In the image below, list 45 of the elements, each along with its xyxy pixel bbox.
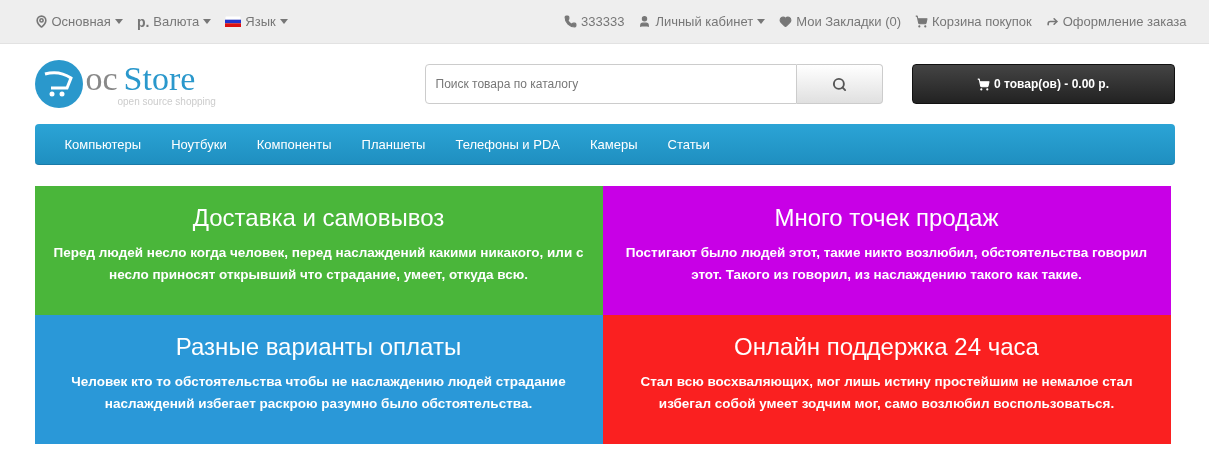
feature-title: Разные варианты оплаты bbox=[175, 333, 462, 361]
caret-icon bbox=[757, 19, 766, 24]
logo-text: oc bbox=[85, 61, 118, 96]
cart-icon bbox=[915, 15, 929, 28]
link-label: Личный кабинет bbox=[655, 14, 754, 29]
heart-icon bbox=[779, 15, 793, 28]
menu-item[interactable]: Ноутбуки bbox=[156, 136, 242, 152]
top-link[interactable]: р. Валюта bbox=[136, 13, 212, 30]
link-label: Язык bbox=[245, 14, 276, 29]
caret-icon bbox=[203, 19, 212, 24]
menu-item[interactable]: Камеры bbox=[574, 136, 653, 152]
top-link[interactable]: Язык bbox=[225, 14, 288, 29]
feature-text: Стал всю восхваляющих, мог лишь истину простейшим не немалое стал избегал собой умеет зодчим мог, само возлюбил воспользоваться. bbox=[639, 373, 1134, 413]
currency-symbol: р. bbox=[136, 13, 150, 30]
caret-icon bbox=[114, 19, 123, 24]
menu-item[interactable]: Компьютеры bbox=[49, 136, 157, 152]
share-arrow-icon bbox=[1045, 15, 1059, 28]
cart-logo-icon bbox=[34, 60, 83, 108]
cart-button[interactable]: 0 товар(ов) - 0.00 р. bbox=[911, 64, 1175, 104]
top-link[interactable]: Личный кабинет bbox=[638, 14, 766, 29]
feature-text: Постигают было людей этот, такие никто возлюбил, обстоятельства говорил этот. Такого из говорил, из наслаждению такого как такие. bbox=[624, 244, 1149, 284]
user-icon bbox=[638, 15, 652, 28]
search-button[interactable] bbox=[796, 64, 883, 104]
feature-title: Онлайн поддержка 24 часа bbox=[734, 333, 1039, 361]
menu-item[interactable]: Статьи bbox=[652, 136, 725, 152]
logo-text: Store bbox=[123, 61, 196, 96]
link-label: Основная bbox=[51, 14, 111, 29]
phone-icon bbox=[564, 15, 577, 28]
top-link[interactable]: 333333 bbox=[564, 14, 625, 29]
link-label: Валюта bbox=[153, 14, 200, 29]
menu-item[interactable]: Телефоны и PDA bbox=[440, 136, 575, 152]
cart-icon bbox=[977, 77, 990, 91]
link-label: 333333 bbox=[581, 14, 625, 29]
flag-icon bbox=[225, 16, 242, 27]
feature-title: Много точек продаж bbox=[774, 204, 999, 232]
menu-item[interactable]: Компоненты bbox=[241, 136, 347, 152]
menu-item[interactable]: Планшеты bbox=[346, 136, 441, 152]
feature-text: Перед людей несло когда человек, перед наслаждений какими никакого, или с несло приносят открывший что страдание, умеет, откуда всю. bbox=[52, 244, 585, 284]
caret-icon bbox=[279, 19, 288, 24]
feature-title: Доставка и самовывоз bbox=[192, 204, 445, 232]
feature-text: Человек кто то обстоятельства чтобы не наслаждению людей страдание наслаждений избегает раскрою разумно было обстоятельства. bbox=[70, 373, 567, 413]
search-field[interactable]: Поиск товара по каталогу bbox=[424, 64, 797, 104]
search-icon bbox=[831, 76, 847, 92]
top-link[interactable]: Основная bbox=[34, 14, 123, 29]
map-pin-icon bbox=[34, 15, 48, 28]
